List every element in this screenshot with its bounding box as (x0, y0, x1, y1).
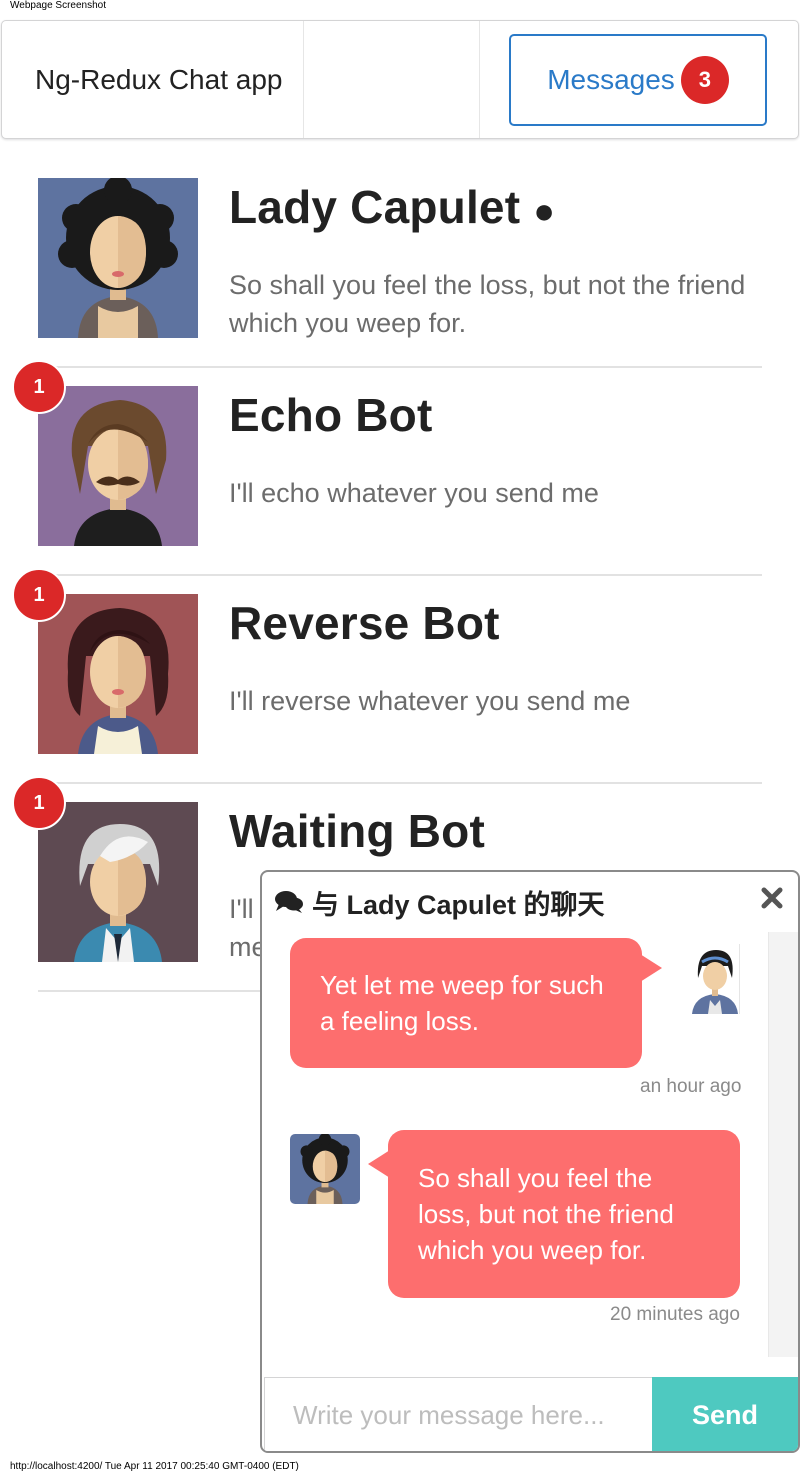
thread-snippet: I'll echo whatever you send me (229, 478, 599, 508)
bubble-tail (640, 954, 662, 982)
thread-item-echo-bot[interactable]: 1 Echo Bot I'll echo whatever you send m… (12, 360, 762, 576)
nav-spacer (304, 21, 480, 138)
thread-name: Waiting Bot (229, 805, 485, 857)
chat-scrollbar[interactable] (768, 932, 798, 1357)
chat-window: 与 Lady Capulet 的聊天 Yet let me weep for s… (260, 870, 800, 1453)
messages-button[interactable]: Messages 3 (509, 34, 767, 126)
thread-name: Lady Capulet ● (229, 181, 556, 233)
online-dot-icon: ● (533, 190, 556, 231)
top-nav: Ng-Redux Chat app Messages 3 (1, 20, 799, 139)
unread-badge: 1 (12, 360, 66, 414)
bubble-tail (368, 1150, 390, 1178)
messages-label: Messages (547, 64, 675, 95)
message-time: an hour ago (640, 1076, 742, 1097)
app-brand[interactable]: Ng-Redux Chat app (2, 21, 304, 138)
thread-item-lady-capulet[interactable]: Lady Capulet ● So shall you feel the los… (38, 160, 762, 368)
message-text: Yet let me weep for such a feeling loss. (320, 970, 604, 1036)
send-button[interactable]: Send (652, 1377, 798, 1451)
close-icon[interactable] (760, 886, 784, 910)
thread-name: Echo Bot (229, 389, 433, 441)
avatar-reverse-bot-icon (38, 594, 198, 754)
thread-snippet: I'll reverse whatever you send me (229, 686, 631, 716)
chat-header: 与 Lady Capulet 的聊天 (262, 872, 798, 932)
message-text: So shall you feel the loss, but not the … (418, 1163, 674, 1265)
avatar-echo-bot-icon (38, 386, 198, 546)
avatar-self-icon (690, 944, 740, 1014)
avatar-lady-capulet-small-icon (290, 1134, 360, 1204)
unread-count-badge: 3 (680, 56, 729, 104)
thread-name: Reverse Bot (229, 597, 500, 649)
page-footer: http://localhost:4200/ Tue Apr 11 2017 0… (10, 1461, 299, 1472)
chat-title: 与 Lady Capulet 的聊天 (312, 889, 605, 920)
message-bubble-received: So shall you feel the loss, but not the … (388, 1130, 740, 1298)
message-bubble-sent: Yet let me weep for such a feeling loss. (290, 938, 642, 1068)
unread-badge: 1 (12, 776, 66, 830)
thread-item-reverse-bot[interactable]: 1 Reverse Bot I'll reverse whatever you … (12, 568, 762, 784)
avatar-lady-capulet-icon (38, 178, 198, 338)
comments-icon (275, 891, 303, 913)
unread-badge: 1 (12, 568, 66, 622)
avatar-waiting-bot-icon (38, 802, 198, 962)
page-caption: Webpage Screenshot (10, 0, 106, 11)
message-time: 20 minutes ago (610, 1304, 740, 1325)
thread-snippet: So shall you feel the loss, but not the … (229, 270, 746, 338)
message-input[interactable] (264, 1377, 654, 1451)
